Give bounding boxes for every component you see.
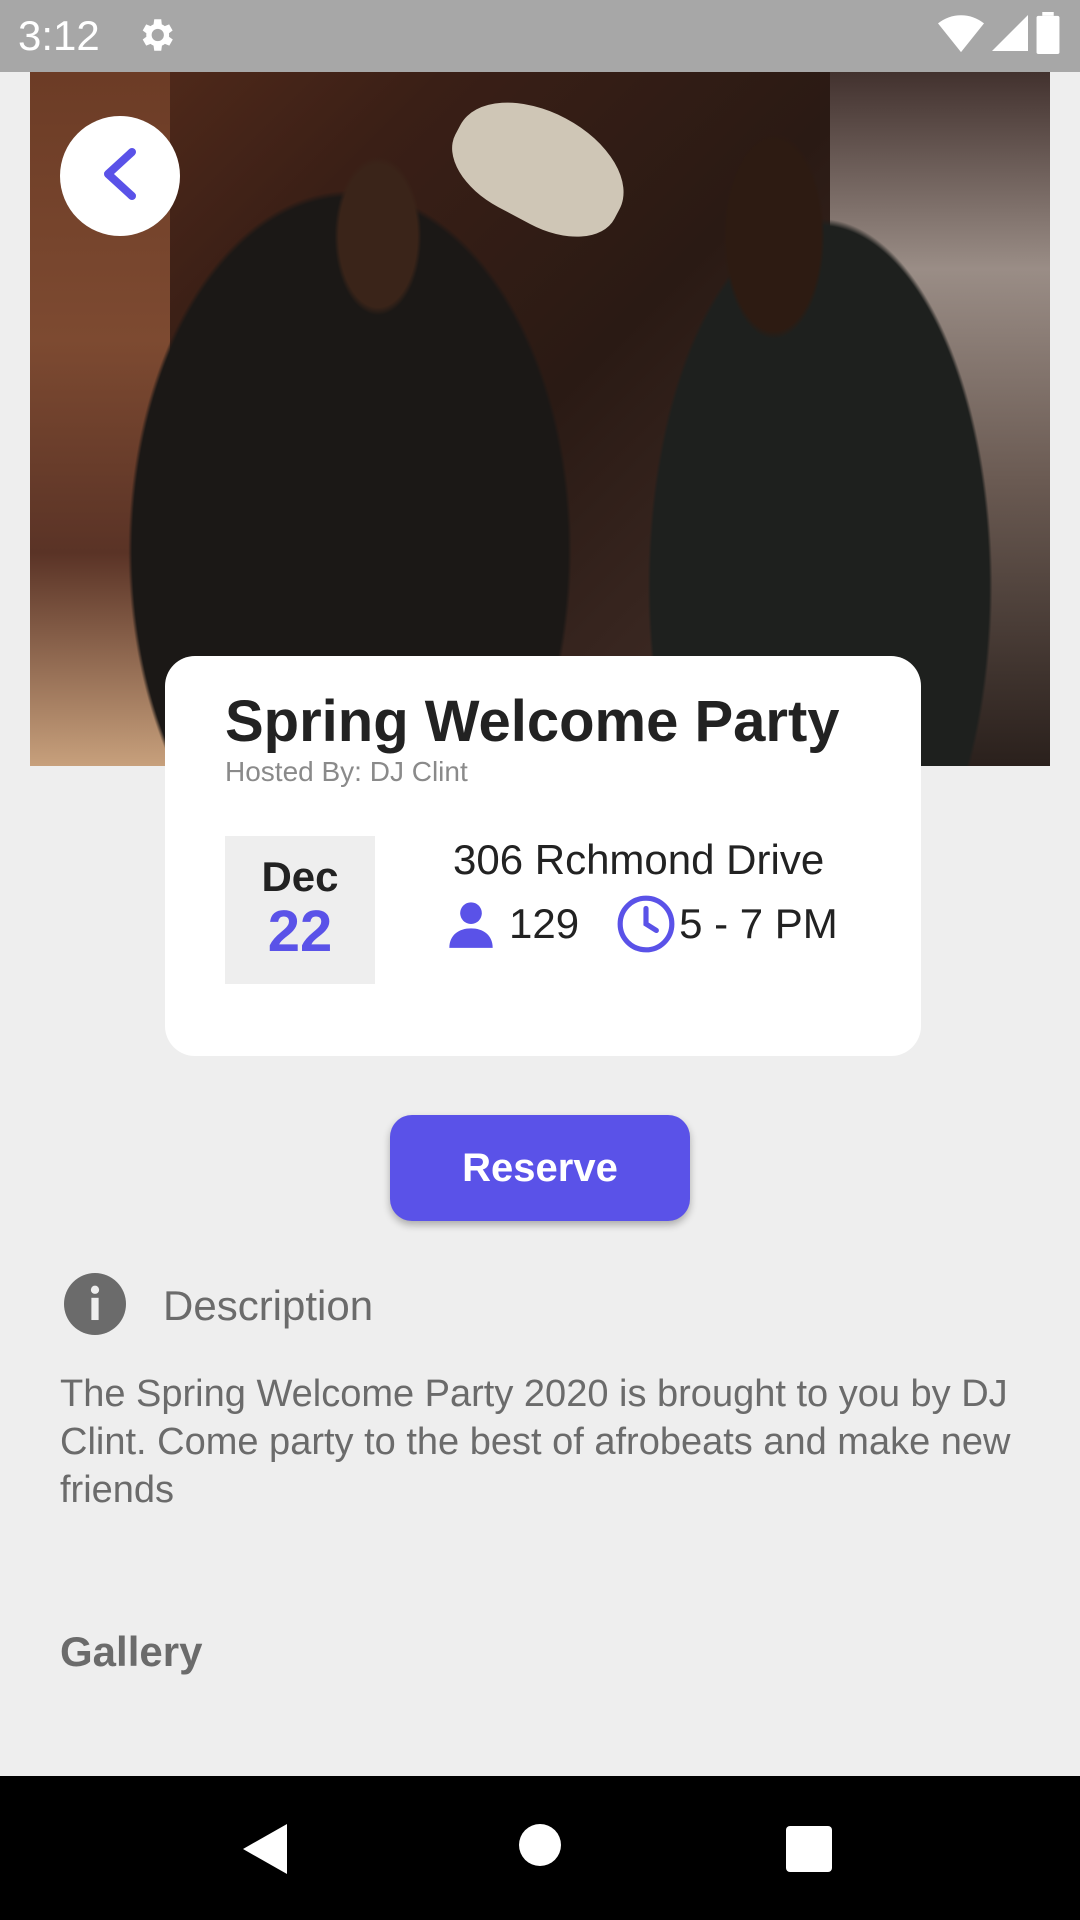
event-title: Spring Welcome Party (225, 689, 840, 754)
description-text: The Spring Welcome Party 2020 is brought… (60, 1373, 1011, 1511)
event-card: Spring Welcome Party Hosted By: DJ Clint… (165, 656, 921, 1056)
description-header: Description (64, 1272, 374, 1340)
event-date: Dec 22 (225, 836, 375, 984)
event-attendees: 129 (509, 900, 580, 947)
event-time: 5 - 7 PM (679, 900, 838, 947)
reserve-button[interactable]: Reserve (390, 1115, 690, 1221)
gear-icon (135, 14, 177, 56)
battery-icon (1036, 11, 1060, 59)
clock-icon (615, 893, 677, 955)
back-button[interactable] (60, 116, 180, 236)
event-host: Hosted By: DJ Clint (225, 756, 468, 787)
chevron-left-icon (98, 146, 142, 207)
system-nav-bar (0, 1776, 1080, 1920)
description-title: Description (163, 1282, 374, 1329)
info-icon (64, 1272, 126, 1340)
recents-square-icon[interactable] (786, 1826, 832, 1877)
person-icon (445, 898, 497, 950)
home-circle-icon[interactable] (519, 1824, 561, 1871)
gallery-title: Gallery (60, 1628, 203, 1675)
status-icons (938, 11, 1060, 59)
event-meta: 129 5 - 7 PM (445, 892, 838, 956)
event-address: 306 Rchmond Drive (453, 836, 825, 883)
status-bar: 3:12 (0, 0, 1080, 72)
back-triangle-icon[interactable] (243, 1824, 287, 1879)
event-date-day: 22 (267, 899, 333, 964)
event-date-month: Dec (261, 853, 339, 900)
cell-signal-icon (992, 13, 1028, 58)
status-time: 3:12 (18, 12, 100, 59)
wifi-icon (938, 13, 984, 58)
